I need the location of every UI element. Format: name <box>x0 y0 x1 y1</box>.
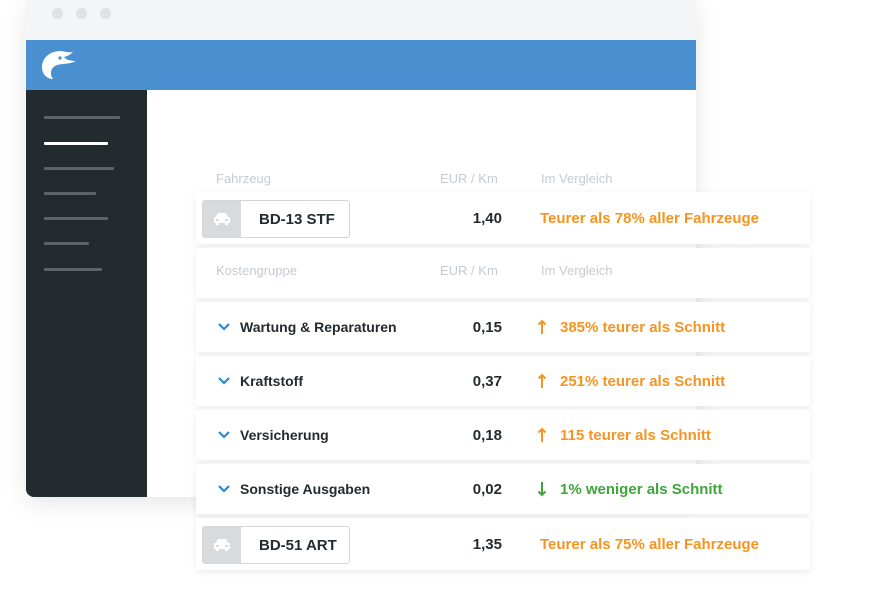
header-eur-km: EUR / Km <box>440 263 498 278</box>
sidebar <box>26 90 147 497</box>
arrow-up-icon <box>537 319 547 334</box>
cost-group-name: Wartung & Reparaturen <box>240 319 397 335</box>
cost-comparison-panel: Fahrzeug EUR / Km Im Vergleich BD-13 STF… <box>196 150 810 570</box>
license-plate[interactable]: BD-13 STF <box>202 200 350 238</box>
sidebar-item-5[interactable] <box>44 217 108 220</box>
cost-group-row[interactable]: Kraftstoff 0,37 251% teurer als Schnitt <box>196 356 810 406</box>
cost-group-eur-km: 0,37 <box>472 373 502 390</box>
cost-group-row[interactable]: Sonstige Ausgaben 0,02 1% weniger als Sc… <box>196 464 810 514</box>
header-eur-km: EUR / Km <box>440 171 498 186</box>
chevron-down-icon[interactable] <box>217 484 231 494</box>
window-maximize-dot[interactable] <box>100 8 111 19</box>
sidebar-item-6[interactable] <box>44 242 89 245</box>
license-plate[interactable]: BD-51 ART <box>202 526 350 564</box>
chevron-down-icon[interactable] <box>217 322 231 332</box>
arrow-down-icon <box>537 482 547 497</box>
vehicle-row[interactable]: BD-51 ART 1,35 Teurer als 75% aller Fahr… <box>196 518 810 570</box>
cost-group-name: Kraftstoff <box>240 373 303 389</box>
plate-number: BD-13 STF <box>259 211 335 228</box>
cost-table-header: Kostengruppe EUR / Km Im Vergleich <box>196 248 810 298</box>
cost-group-name: Versicherung <box>240 427 329 443</box>
car-icon <box>203 527 241 563</box>
window-minimize-dot[interactable] <box>76 8 87 19</box>
header-fahrzeug: Fahrzeug <box>216 171 271 186</box>
arrow-up-icon <box>537 427 547 442</box>
sidebar-item-2-active[interactable] <box>44 142 108 145</box>
sidebar-item-4[interactable] <box>44 192 96 195</box>
plate-number: BD-51 ART <box>259 537 337 554</box>
cost-group-comparison: 251% teurer als Schnitt <box>560 373 726 390</box>
chevron-down-icon[interactable] <box>217 376 231 386</box>
sidebar-item-3[interactable] <box>44 167 114 170</box>
header-kostengruppe: Kostengruppe <box>216 263 297 278</box>
cost-group-row[interactable]: Versicherung 0,18 115 teurer als Schnitt <box>196 410 810 460</box>
cost-group-row[interactable]: Wartung & Reparaturen 0,15 385% teurer a… <box>196 302 810 352</box>
window-titlebar <box>26 0 696 40</box>
cost-group-name: Sonstige Ausgaben <box>240 481 371 497</box>
car-icon <box>203 201 241 237</box>
cost-group-comparison: 385% teurer als Schnitt <box>560 319 726 336</box>
logo-icon[interactable] <box>38 47 80 83</box>
vehicle-eur-km: 1,35 <box>472 536 502 553</box>
sidebar-item-1[interactable] <box>44 116 120 119</box>
window-close-dot[interactable] <box>52 8 63 19</box>
cost-group-eur-km: 0,02 <box>472 481 502 498</box>
vehicle-row[interactable]: BD-13 STF 1,40 Teurer als 78% aller Fahr… <box>196 192 810 244</box>
vehicle-comparison: Teurer als 75% aller Fahrzeuge <box>540 536 759 553</box>
vehicle-comparison: Teurer als 78% aller Fahrzeuge <box>540 210 759 227</box>
header-vergleich: Im Vergleich <box>541 171 613 186</box>
cost-group-comparison: 1% weniger als Schnitt <box>560 481 723 498</box>
cost-group-eur-km: 0,18 <box>472 427 502 444</box>
arrow-up-icon <box>537 373 547 388</box>
cost-group-comparison: 115 teurer als Schnitt <box>560 427 711 444</box>
sidebar-item-7[interactable] <box>44 268 102 271</box>
chevron-down-icon[interactable] <box>217 430 231 440</box>
cost-group-eur-km: 0,15 <box>472 319 502 336</box>
header-vergleich: Im Vergleich <box>541 263 613 278</box>
vehicle-eur-km: 1,40 <box>472 210 502 227</box>
app-header <box>26 40 696 90</box>
